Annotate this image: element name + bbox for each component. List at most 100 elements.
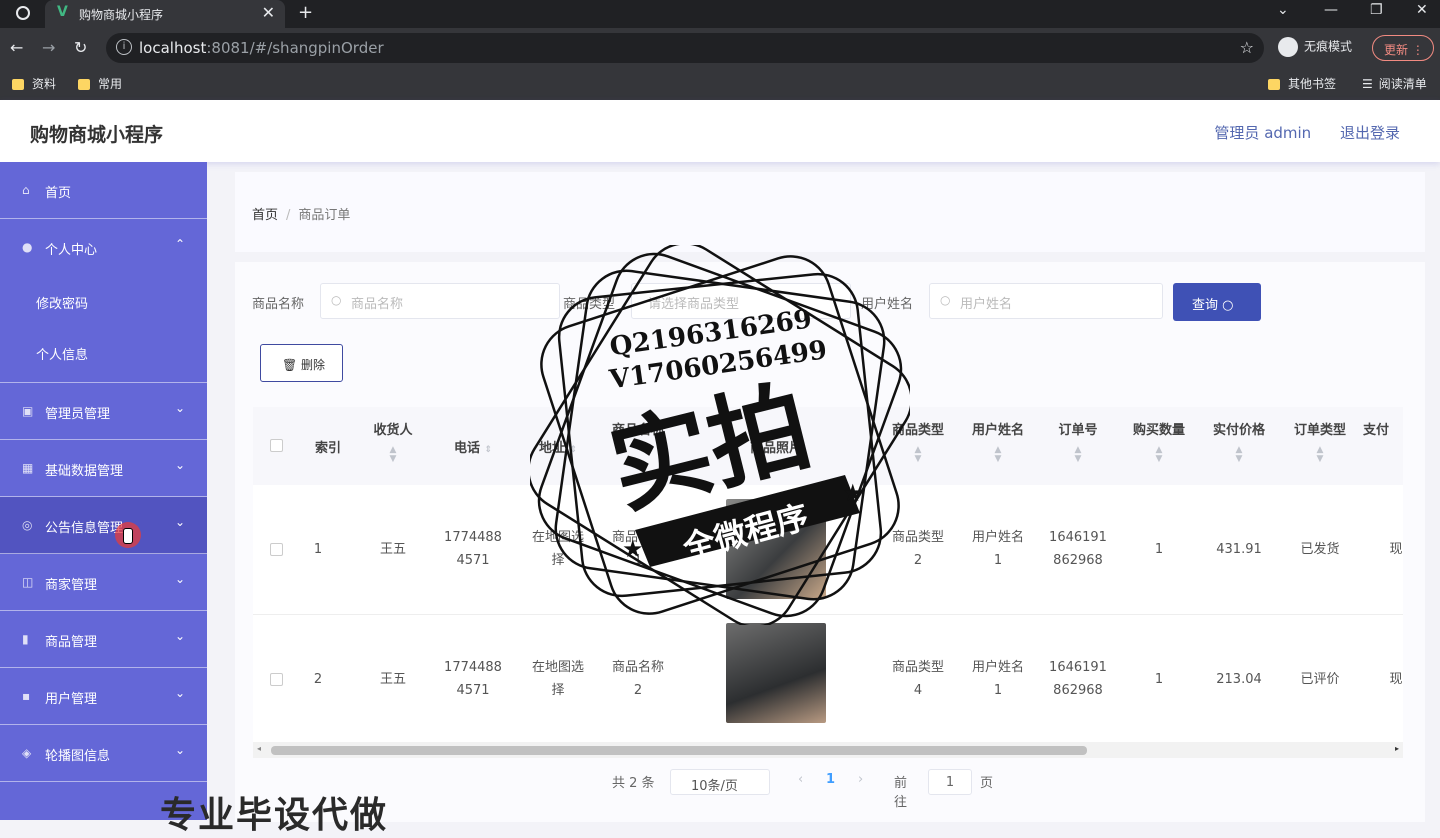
cell-address-line: 在地图选 [531, 660, 584, 675]
app-header: 购物商城小程序 管理员 admin 退出登录 [0, 100, 1440, 162]
close-window-icon[interactable]: ✕ [1416, 2, 1428, 18]
url-host: localhost [139, 39, 207, 57]
goto-label: 前往 [894, 776, 908, 810]
url-text: localhost:8081/#/shangpinOrder [139, 39, 384, 57]
sidebar-item-personal-center[interactable]: ● 个人中心 ⌃ [0, 219, 207, 276]
reload-icon[interactable]: ↻ [74, 38, 87, 57]
sort-icon[interactable]: ⇕ [485, 445, 493, 455]
cell-order-type: 已发货 [1300, 542, 1340, 557]
column-header[interactable]: 订单号 ▲ ▼ [1038, 419, 1118, 464]
user-name-placeholder: 用户姓名 [960, 297, 1013, 312]
sidebar-item-carousel[interactable]: ◈ 轮播图信息 ⌄ [0, 725, 207, 782]
sort-icon[interactable]: ▲ ▼ [1119, 446, 1199, 464]
update-button[interactable]: 更新 ⋮ [1372, 35, 1434, 61]
column-header[interactable]: 索引 [308, 437, 348, 456]
cell-phone: 1774488 4571 [433, 656, 513, 702]
sidebar-item-admin[interactable]: ▣ 管理员管理 ⌄ [0, 383, 207, 440]
browser-tab[interactable]: V 购物商城小程序 ✕ [45, 0, 285, 28]
search-icon: ○ [940, 293, 951, 307]
cell-user-name-line: 用户姓名 [971, 530, 1024, 545]
tab-close-icon[interactable]: ✕ [262, 3, 275, 22]
incognito-indicator[interactable]: 无痕模式 [1278, 37, 1352, 57]
back-icon[interactable]: ← [10, 38, 23, 57]
sort-icon[interactable]: ▲ ▼ [363, 446, 423, 464]
bookmark-star-icon[interactable]: ☆ [1240, 38, 1254, 57]
sidebar-item-home[interactable]: ⌂ 首页 [0, 162, 207, 219]
new-tab-button[interactable]: + [298, 2, 313, 23]
browser-menu-icon[interactable] [16, 6, 30, 20]
forward-icon[interactable]: → [42, 38, 55, 57]
tab-search-icon[interactable]: ⌄ [1277, 2, 1289, 18]
row-checkbox[interactable] [270, 673, 283, 686]
watermark-stamp: Q2196316269 V17060256499 实拍 全微程序 ★ ★ [530, 245, 910, 625]
sidebar-subitem-change-password[interactable]: 修改密码 [0, 276, 207, 327]
scroll-right-icon[interactable]: ▸ [1395, 744, 1399, 753]
bookmark-folder-changyong[interactable]: 常用 [78, 75, 122, 92]
next-page-button[interactable]: › [858, 772, 863, 787]
cell-order-no: 1646191 862968 [1038, 526, 1118, 572]
cell-order-no: 1646191 862968 [1038, 656, 1118, 702]
page-size-value: 10条/页 [691, 779, 738, 794]
reading-list-label: 阅读清单 [1378, 77, 1427, 91]
cell-price: 431.91 [1216, 542, 1262, 557]
goods-name-placeholder: 商品名称 [351, 297, 404, 312]
row-checkbox[interactable] [270, 543, 283, 556]
sort-icon[interactable]: ▲ ▼ [1199, 446, 1279, 464]
scroll-left-icon[interactable]: ◂ [257, 744, 261, 753]
column-header[interactable]: 支付 [1363, 419, 1403, 438]
minimize-icon[interactable]: — [1324, 2, 1338, 18]
sidebar-item-notice[interactable]: ◎ 公告信息管理 ⌄ [0, 497, 207, 554]
sort-icon[interactable]: ▲ ▼ [958, 446, 1038, 464]
select-all-checkbox[interactable] [270, 439, 283, 452]
cell-payment: 现 [1389, 672, 1403, 687]
url-path: :8081/#/shangpinOrder [206, 39, 384, 57]
goods-name-input[interactable]: ○ 商品名称 [320, 283, 560, 319]
column-header[interactable]: 电话 ⇕ [433, 437, 513, 456]
sidebar-item-basic-data[interactable]: ▦ 基础数据管理 ⌄ [0, 440, 207, 497]
product-photo[interactable] [726, 623, 826, 723]
query-button[interactable]: 查询 ○ [1173, 283, 1261, 321]
address-bar-row: ← → ↻ i localhost:8081/#/shangpinOrder ☆… [0, 28, 1440, 68]
sidebar: ⌂ 首页 ● 个人中心 ⌃ 修改密码 个人信息 ▣ 管理员管理 ⌄ ▦ 基础数据… [0, 162, 207, 820]
page-number-current[interactable]: 1 [826, 772, 835, 787]
user-name-input[interactable]: ○ 用户姓名 [929, 283, 1163, 319]
sidebar-item-merchant[interactable]: ◫ 商家管理 ⌄ [0, 554, 207, 611]
bookmark-label: 其他书签 [1288, 77, 1337, 91]
sidebar-item-goods[interactable]: ▮ 商品管理 ⌄ [0, 611, 207, 668]
scrollbar-thumb[interactable] [271, 746, 1087, 755]
prev-page-button[interactable]: ‹ [798, 772, 803, 787]
cell-index: 2 [313, 672, 323, 687]
sidebar-subitem-personal-info[interactable]: 个人信息 [0, 327, 207, 378]
column-header[interactable]: 用户姓名 ▲ ▼ [958, 419, 1038, 464]
column-header[interactable]: 购买数量 ▲ ▼ [1119, 419, 1199, 464]
sidebar-item-label: 商品管理 [45, 635, 98, 650]
goto-page-input[interactable]: 1 [928, 769, 972, 795]
column-header[interactable]: 收货人 ▲ ▼ [363, 419, 423, 464]
url-input[interactable]: i localhost:8081/#/shangpinOrder ☆ [106, 33, 1264, 63]
breadcrumb-home[interactable]: 首页 [252, 208, 278, 223]
cell-receiver: 王五 [379, 672, 406, 687]
cell-phone-line: 4571 [456, 553, 490, 568]
column-header[interactable]: 订单类型 ▲ ▼ [1280, 419, 1360, 464]
cell-phone-line: 1774488 [444, 660, 502, 675]
page-size-select[interactable]: 10条/页 [670, 769, 770, 795]
delete-button[interactable]: 🗑 删除 [260, 344, 343, 382]
sidebar-item-users[interactable]: ▪ 用户管理 ⌄ [0, 668, 207, 725]
site-info-icon[interactable]: i [116, 39, 132, 55]
logout-link[interactable]: 退出登录 [1340, 124, 1400, 142]
column-header-label: 用户姓名 [971, 423, 1024, 438]
home-icon: ⌂ [22, 183, 30, 197]
bookmark-folder-ziliao[interactable]: 资料 [12, 75, 56, 92]
column-header[interactable]: 实付价格 ▲ ▼ [1199, 419, 1279, 464]
admin-user-link[interactable]: 管理员 admin [1214, 124, 1311, 142]
breadcrumb-current: 商品订单 [298, 208, 351, 223]
table-horizontal-scrollbar[interactable]: ◂ ▸ [253, 742, 1403, 758]
sort-icon[interactable]: ▲ ▼ [1038, 446, 1118, 464]
maximize-icon[interactable]: ❐ [1370, 2, 1383, 18]
table-row[interactable]: 2 王五 1774488 4571 在地图选择 商品名称 2 商品类型 4 用户姓名 1… [253, 615, 1403, 745]
cell-order-no-line: 1646191 [1049, 660, 1107, 675]
reading-list[interactable]: ☰ 阅读清单 [1362, 75, 1427, 92]
sort-icon[interactable]: ▲ ▼ [1280, 446, 1360, 464]
sidebar-item-label: 轮播图信息 [45, 749, 111, 764]
bookmark-folder-other[interactable]: 其他书签 [1268, 75, 1336, 92]
